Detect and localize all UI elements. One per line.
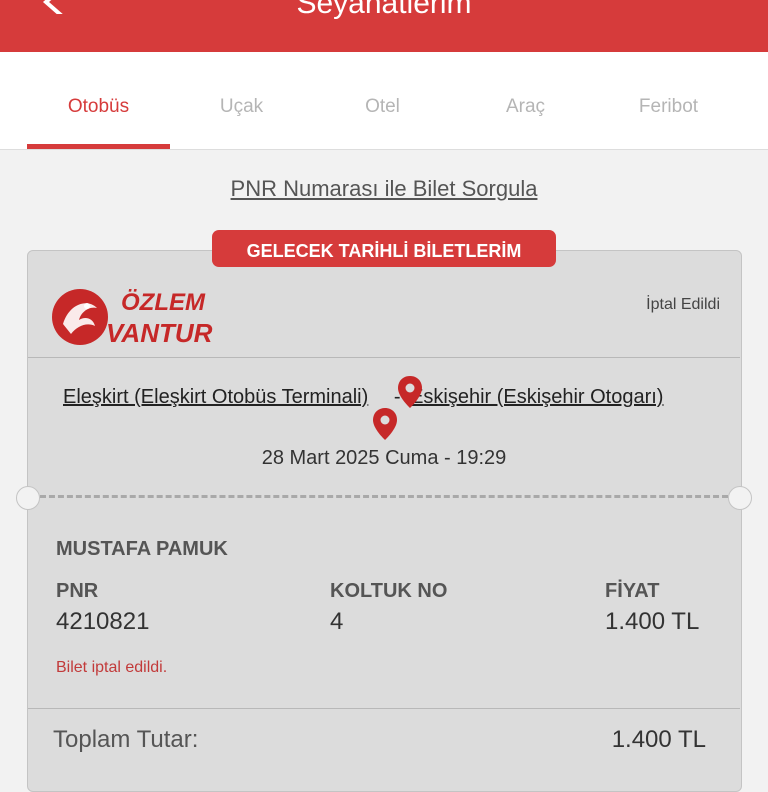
- pnr-label: PNR: [56, 580, 99, 602]
- app-header: Seyahatlerim: [0, 0, 768, 52]
- tab-bus[interactable]: Otobüs: [27, 52, 170, 149]
- tab-car[interactable]: Araç: [454, 52, 597, 149]
- tab-flight[interactable]: Uçak: [170, 52, 313, 149]
- destination-link[interactable]: Eskişehir (Eskişehir Otogarı): [410, 386, 663, 408]
- price-value: 1.400 TL: [605, 608, 700, 635]
- ticket-status: İptal Edildi: [646, 296, 720, 313]
- total-label: Toplam Tutar:: [53, 726, 199, 753]
- ticket-notch-left: [16, 486, 40, 510]
- location-pin-icon: [373, 408, 397, 440]
- company-logo: ÖZLEM VANTUR: [52, 289, 213, 348]
- pnr-query-link[interactable]: PNR Numarası ile Bilet Sorgula: [0, 176, 768, 202]
- ticket-notch-right: [728, 486, 752, 510]
- card-divider: [28, 357, 740, 358]
- tab-hotel[interactable]: Otel: [311, 52, 454, 149]
- page-title: Seyahatlerim: [296, 0, 472, 20]
- tab-ferry[interactable]: Feribot: [597, 52, 740, 149]
- origin-link[interactable]: Eleşkirt (Eleşkirt Otobüs Terminali): [63, 386, 368, 408]
- total-value: 1.400 TL: [611, 726, 706, 753]
- seat-label: KOLTUK NO: [330, 580, 448, 602]
- tab-bar: Otobüs Uçak Otel Araç Feribot: [0, 52, 768, 150]
- seat-value: 4: [330, 608, 344, 635]
- svg-text:VANTUR: VANTUR: [106, 318, 213, 348]
- future-tickets-badge: GELECEK TARİHLİ BİLETLERİM: [212, 230, 556, 267]
- total-divider: [28, 708, 740, 709]
- pnr-value: 4210821: [56, 608, 150, 635]
- departure-datetime: 28 Mart 2025 Cuma - 19:29: [261, 447, 507, 469]
- cancel-note: Bilet iptal edildi.: [56, 659, 168, 676]
- price-label: FİYAT: [605, 580, 660, 602]
- svg-text:ÖZLEM: ÖZLEM: [121, 289, 206, 316]
- perforation-line: [40, 495, 728, 498]
- active-tab-indicator: [27, 144, 170, 149]
- route-line: Eleşkirt (Eleşkirt Otobüs Terminali) - E…: [63, 386, 663, 409]
- location-pin-icon: [398, 376, 422, 408]
- passenger-name: MUSTAFA PAMUK: [56, 538, 228, 560]
